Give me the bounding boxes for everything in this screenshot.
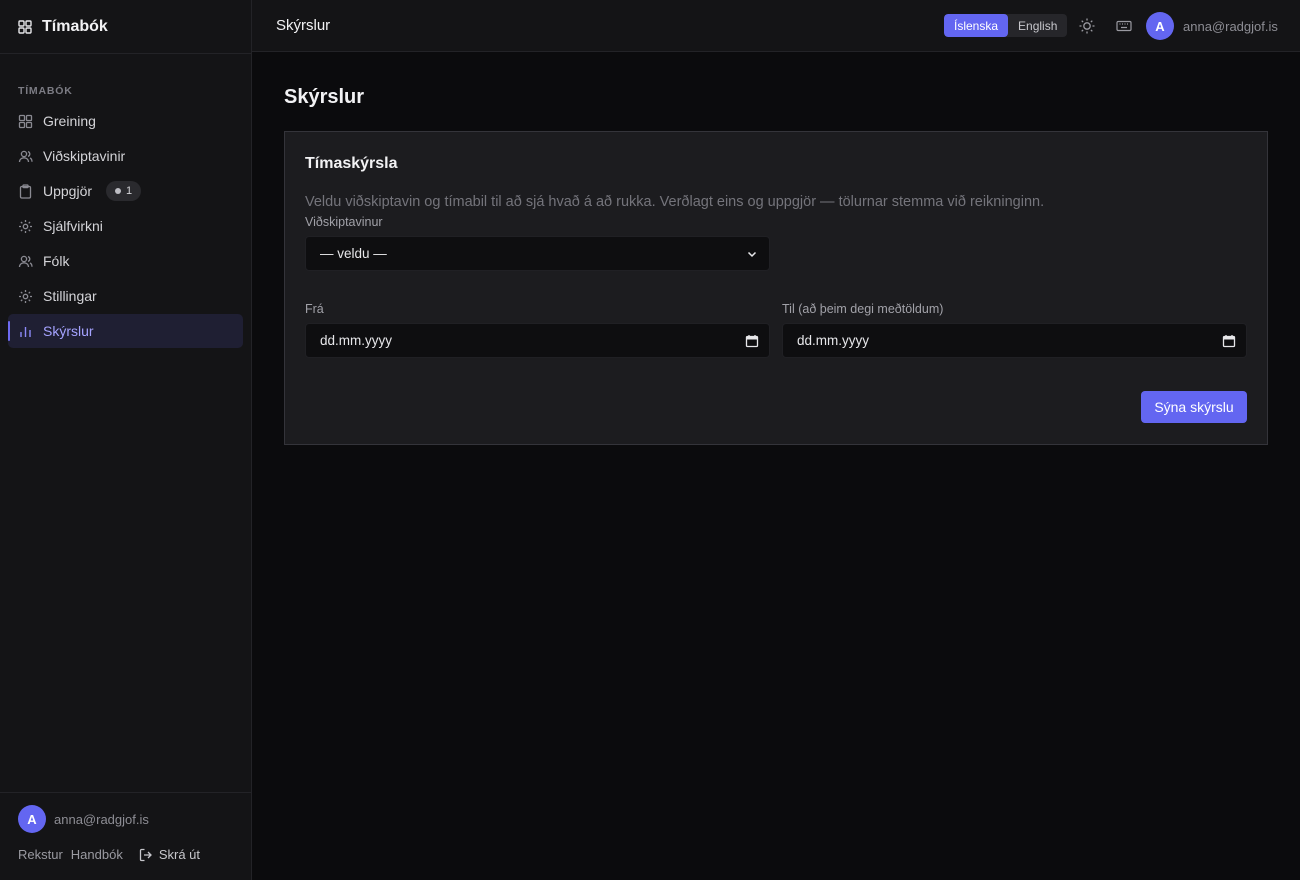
client-select-value: — veldu — xyxy=(320,246,387,261)
sidebar-item-greining[interactable]: Greining xyxy=(8,104,243,138)
brand[interactable]: Tímabók xyxy=(0,0,251,54)
sidebar-item-label: Uppgjör xyxy=(43,183,93,199)
sidebar-user[interactable]: A anna@radgjof.is xyxy=(18,805,149,833)
sidebar-footer: A anna@radgjof.is Rekstur Handbók Skrá ú… xyxy=(0,792,251,880)
page-breadcrumb: Skýrslur xyxy=(276,17,331,34)
users-icon xyxy=(18,254,33,269)
logout-icon xyxy=(139,848,153,862)
sidebar-item-skyrslur[interactable]: Skýrslur xyxy=(8,314,243,348)
user-email: anna@radgjof.is xyxy=(1183,18,1278,34)
card-title: Tímaskýrsla xyxy=(305,155,398,172)
sun-icon[interactable] xyxy=(1078,17,1096,35)
to-date-value: dd.mm.yyyy xyxy=(797,333,870,348)
app-title: Tímabók xyxy=(42,17,108,35)
sidebar-item-uppgjor[interactable]: Uppgjör 1 xyxy=(8,174,243,208)
page-title: Skýrslur xyxy=(284,86,365,108)
sidebar-item-vidskiptavinir[interactable]: Viðskiptavinir xyxy=(8,139,243,173)
to-date-input[interactable]: dd.mm.yyyy xyxy=(782,323,1247,358)
sidebar-nav: Greining Viðskiptavinir Uppgjör 1 Sjálfv… xyxy=(8,104,243,349)
sidebar-item-label: Greining xyxy=(43,113,96,129)
client-label: Viðskiptavinur xyxy=(305,215,383,229)
gear-icon xyxy=(18,289,33,304)
card-description: Veldu viðskiptavin og tímabil til að sjá… xyxy=(305,194,1045,210)
report-card: Tímaskýrsla Veldu viðskiptavin og tímabi… xyxy=(284,131,1268,445)
dot-icon xyxy=(115,188,122,194)
show-report-button[interactable]: Sýna skýrslu xyxy=(1141,391,1247,423)
from-date-value: dd.mm.yyyy xyxy=(320,333,393,348)
bar-chart-icon xyxy=(18,324,33,339)
footer-links: Rekstur Handbók Skrá út xyxy=(18,847,200,862)
gear-icon xyxy=(18,219,33,234)
topbar: Skýrslur Íslenska English A anna@radgjof… xyxy=(252,0,1300,52)
avatar: A xyxy=(18,805,46,833)
keyboard-icon[interactable] xyxy=(1115,17,1133,35)
user-email: anna@radgjof.is xyxy=(54,811,149,827)
sidebar-item-stillingar[interactable]: Stillingar xyxy=(8,279,243,313)
client-select[interactable]: — veldu — xyxy=(305,236,770,271)
main-content: Skýrslur Tímaskýrsla Veldu viðskiptavin … xyxy=(252,52,1300,880)
grid-icon xyxy=(18,19,32,34)
users-icon xyxy=(18,149,33,164)
language-toggle: Íslenska English xyxy=(944,14,1068,37)
sidebar-section-label: TÍMABÓK xyxy=(18,85,73,97)
avatar: A xyxy=(1146,12,1174,40)
calendar-icon[interactable] xyxy=(1222,334,1236,348)
link-rekstur[interactable]: Rekstur xyxy=(18,847,63,862)
sidebar-item-label: Sjálfvirkni xyxy=(43,218,103,234)
to-label: Til (að þeim degi meðtöldum) xyxy=(782,302,944,316)
sidebar-item-sjalfvirkni[interactable]: Sjálfvirkni xyxy=(8,209,243,243)
logout-button[interactable]: Skrá út xyxy=(139,847,200,862)
logout-label: Skrá út xyxy=(158,847,201,862)
calendar-icon[interactable] xyxy=(745,334,759,348)
count-badge: 1 xyxy=(106,181,142,201)
sidebar-item-folk[interactable]: Fólk xyxy=(8,244,243,278)
sidebar-item-label: Stillingar xyxy=(43,288,97,304)
link-handbok[interactable]: Handbók xyxy=(71,847,123,862)
sidebar-item-label: Skýrslur xyxy=(43,323,94,339)
grid-icon xyxy=(18,114,33,129)
from-label: Frá xyxy=(305,302,324,316)
clipboard-icon xyxy=(18,183,33,199)
chevron-down-icon xyxy=(745,247,759,261)
lang-english[interactable]: English xyxy=(1008,14,1067,37)
from-date-input[interactable]: dd.mm.yyyy xyxy=(305,323,770,358)
sidebar-item-label: Viðskiptavinir xyxy=(43,148,126,164)
sidebar: Tímabók TÍMABÓK Greining Viðskiptavinir xyxy=(0,0,252,880)
user-menu[interactable]: A anna@radgjof.is xyxy=(1146,12,1278,40)
sidebar-item-label: Fólk xyxy=(43,253,70,269)
badge-count: 1 xyxy=(126,185,133,197)
lang-islenska[interactable]: Íslenska xyxy=(944,14,1009,37)
